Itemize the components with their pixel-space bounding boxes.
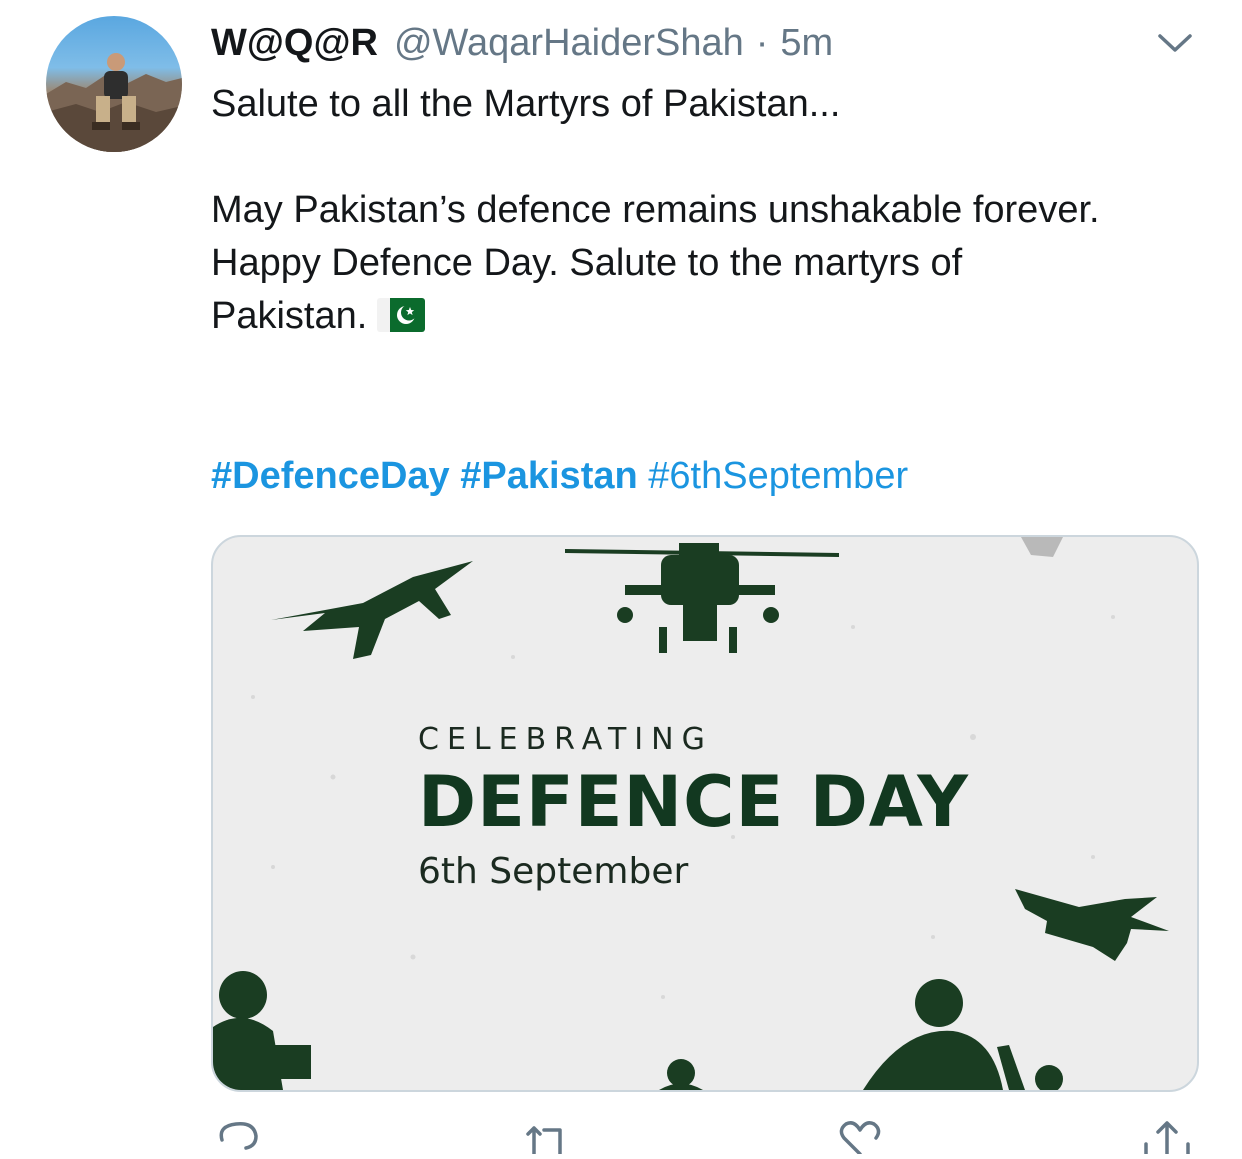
reply-icon[interactable] bbox=[214, 1118, 264, 1154]
separator: · bbox=[755, 21, 769, 64]
poster-text: CELEBRATING DEFENCE DAY 6th September bbox=[418, 722, 969, 892]
fighter-jet-right bbox=[1015, 889, 1169, 961]
like-icon[interactable] bbox=[836, 1118, 886, 1156]
soldier-right bbox=[863, 979, 1063, 1090]
retweet-icon[interactable] bbox=[522, 1118, 572, 1156]
helicopter bbox=[565, 543, 839, 653]
pakistan-flag-icon bbox=[377, 298, 426, 332]
tweet-actions bbox=[0, 1118, 1242, 1156]
tweet-line: Happy Defence Day. Salute to the martyrs… bbox=[211, 242, 963, 284]
soldier-center bbox=[659, 1059, 703, 1090]
share-icon[interactable] bbox=[1142, 1118, 1192, 1156]
timestamp[interactable]: 5m bbox=[780, 22, 833, 65]
tweet-text: Salute to all the Martyrs of Pakistan...… bbox=[211, 78, 1201, 343]
partial-aircraft bbox=[1021, 537, 1063, 557]
author-name[interactable]: W@Q@R bbox=[211, 22, 378, 65]
tweet-line: Pakistan. bbox=[211, 290, 1201, 343]
hashtag-defenceday[interactable]: #DefenceDay bbox=[211, 455, 450, 497]
tweet-image[interactable]: CELEBRATING DEFENCE DAY 6th September bbox=[211, 535, 1199, 1092]
author-handle[interactable]: @WaqarHaiderShah bbox=[394, 22, 744, 65]
poster-date: 6th September bbox=[418, 851, 689, 892]
soldier-left bbox=[213, 971, 311, 1090]
tweet-line: Salute to all the Martyrs of Pakistan... bbox=[211, 83, 841, 125]
hashtag-pakistan[interactable]: #Pakistan bbox=[460, 455, 637, 497]
hashtag-6thseptember[interactable]: #6thSeptember bbox=[648, 455, 908, 497]
fighter-jet-left bbox=[271, 561, 473, 659]
tweet-header: W@Q@R @WaqarHaiderShah · 5m bbox=[211, 18, 833, 68]
tweet-line: May Pakistan’s defence remains unshakabl… bbox=[211, 189, 1100, 231]
avatar[interactable] bbox=[46, 16, 182, 152]
chevron-down-icon[interactable] bbox=[1156, 28, 1194, 58]
poster-celebrating: CELEBRATING bbox=[418, 722, 713, 757]
hashtags: #DefenceDay #Pakistan #6thSeptember bbox=[211, 455, 908, 498]
poster-title: DEFENCE DAY bbox=[418, 761, 969, 843]
